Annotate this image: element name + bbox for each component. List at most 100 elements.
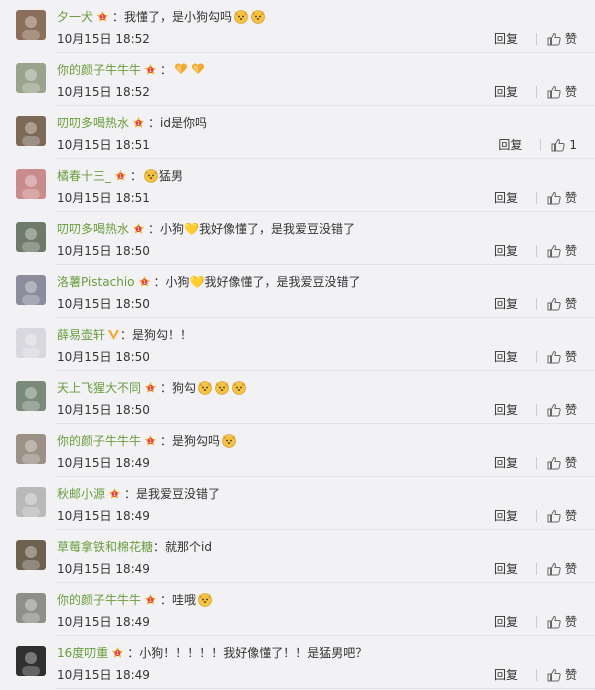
like-button[interactable]: 赞 (547, 614, 577, 630)
thumbs-up-icon (547, 562, 565, 576)
like-button[interactable]: 赞 (547, 84, 577, 100)
comment-item: 你的颜子牛牛牛 1 ：是狗勾吗 10月15日 18:49 回复 赞 (0, 424, 595, 477)
colon-separator: ： (160, 381, 173, 395)
like-button[interactable]: 赞 (547, 561, 577, 577)
like-button[interactable]: 赞 (547, 455, 577, 471)
like-label: 赞 (564, 32, 577, 46)
reply-button[interactable]: 回复 (494, 84, 518, 100)
avatar[interactable] (16, 63, 46, 93)
reply-button[interactable]: 回复 (494, 455, 518, 471)
like-label: 赞 (564, 244, 577, 258)
verified-v-icon (105, 328, 120, 342)
username-link[interactable]: 天上飞猩大不同 (57, 381, 141, 395)
comment-text: 小狗💛我好像懂了，是我爱豆没错了 (165, 275, 361, 289)
like-button[interactable]: 赞 (547, 296, 577, 312)
avatar[interactable] (16, 169, 46, 199)
username-link[interactable]: 洛薯Pistachio (57, 275, 135, 289)
comment-item: 16度叨重 1 ：小狗！！！！！我好像懂了！！是猛男吧？ 10月15日 18:49 回复… (0, 636, 595, 689)
like-label: 赞 (564, 615, 577, 629)
avatar[interactable] (16, 381, 46, 411)
comment-actions: 回复 赞 (494, 614, 577, 630)
avatar[interactable] (16, 434, 46, 464)
like-button[interactable]: 赞 (547, 402, 577, 418)
action-divider (535, 298, 537, 310)
fan-badge-icon: 1 (143, 63, 158, 77)
comment-line: 橘春十三_ 1 ： 猛男 (57, 167, 183, 185)
like-label: 赞 (564, 562, 577, 576)
reply-button[interactable]: 回复 (494, 349, 518, 365)
like-button[interactable]: 赞 (547, 243, 577, 259)
comment-text: 是狗勾吗 (172, 434, 221, 448)
action-divider (535, 33, 537, 45)
username-link[interactable]: 你的颜子牛牛牛 (57, 434, 141, 448)
like-button[interactable]: 1 (551, 137, 577, 153)
comment-line: 草莓拿铁和棉花糖：就那个id (57, 538, 212, 556)
reply-button[interactable]: 回复 (498, 137, 522, 153)
reply-button[interactable]: 回复 (494, 508, 518, 524)
comment-timestamp: 10月15日 18:50 (57, 350, 150, 364)
username-link[interactable]: 你的颜子牛牛牛 (57, 63, 141, 77)
comment-timestamp: 10月15日 18:49 (57, 456, 150, 470)
comment-text: 是狗勾！！ (132, 328, 193, 342)
username-link[interactable]: 你的颜子牛牛牛 (57, 593, 141, 607)
like-button[interactable]: 赞 (547, 349, 577, 365)
comment-item: 天上飞猩大不同 1 ：狗勾 10月15日 18:50 回复 赞 (0, 371, 595, 424)
action-divider (535, 510, 537, 522)
svg-text:1: 1 (101, 15, 104, 21)
like-button[interactable]: 赞 (547, 667, 577, 683)
reply-button[interactable]: 回复 (494, 296, 518, 312)
reply-button[interactable]: 回复 (494, 243, 518, 259)
like-button[interactable]: 赞 (547, 190, 577, 206)
comment-text: 小狗💛我好像懂了，是我爱豆没错了 (160, 222, 355, 236)
avatar[interactable] (16, 116, 46, 146)
avatar[interactable] (16, 540, 46, 570)
reply-button[interactable]: 回复 (494, 667, 518, 683)
comment-item: 夕一犬 1 ：我懂了，是小狗勾吗 10月15日 18:52 回复 赞 (0, 0, 595, 53)
reply-button[interactable]: 回复 (494, 402, 518, 418)
comment-actions: 回复 赞 (494, 296, 577, 312)
svg-text:1: 1 (119, 174, 122, 180)
avatar[interactable] (16, 10, 46, 40)
comment-line: 你的颜子牛牛牛 1 ： (57, 61, 206, 79)
reply-button[interactable]: 回复 (494, 190, 518, 206)
avatar[interactable] (16, 646, 46, 676)
svg-text:1: 1 (149, 386, 152, 392)
comment-item: 你的颜子牛牛牛 1 ：哇哦 10月15日 18:49 回复 赞 (0, 583, 595, 636)
thumbs-up-icon (547, 615, 565, 629)
svg-text:1: 1 (149, 68, 152, 74)
avatar[interactable] (16, 222, 46, 252)
comment-item: 薛易壶轩 ：是狗勾！！ 10月15日 18:50 回复 赞 (0, 318, 595, 371)
comment-actions: 回复 赞 (494, 402, 577, 418)
action-divider (535, 616, 537, 628)
svg-text:1: 1 (142, 280, 145, 286)
avatar[interactable] (16, 328, 46, 358)
action-divider (535, 351, 537, 363)
comment-item: 叨叨多喝热水 1 ：id是你吗 10月15日 18:51 回复 1 (0, 106, 595, 159)
fan-badge-icon: 1 (143, 381, 158, 395)
username-link[interactable]: 叨叨多喝热水 (57, 222, 129, 236)
reply-button[interactable]: 回复 (494, 561, 518, 577)
username-link[interactable]: 16度叨重 (57, 646, 108, 660)
avatar[interactable] (16, 593, 46, 623)
username-link[interactable]: 叨叨多喝热水 (57, 116, 129, 130)
comment-text: 就那个id (165, 540, 212, 554)
like-button[interactable]: 赞 (547, 31, 577, 47)
avatar[interactable] (16, 487, 46, 517)
like-button[interactable]: 赞 (547, 508, 577, 524)
username-link[interactable]: 草莓拿铁和棉花糖 (57, 540, 153, 554)
username-link[interactable]: 橘春十三_ (57, 169, 111, 183)
colon-separator: ： (130, 169, 143, 183)
thumbs-up-icon (547, 244, 565, 258)
comment-timestamp: 10月15日 18:50 (57, 403, 150, 417)
comment-timestamp: 10月15日 18:49 (57, 668, 150, 682)
comment-item: 草莓拿铁和棉花糖：就那个id 10月15日 18:49 回复 赞 (0, 530, 595, 583)
reply-button[interactable]: 回复 (494, 31, 518, 47)
username-link[interactable]: 夕一犬 (57, 10, 93, 24)
avatar[interactable] (16, 275, 46, 305)
comment-actions: 回复 赞 (494, 31, 577, 47)
reply-button[interactable]: 回复 (494, 614, 518, 630)
username-link[interactable]: 薛易壶轩 (57, 328, 105, 342)
username-link[interactable]: 秋邮小源 (57, 487, 105, 501)
fan-badge-icon: 1 (131, 222, 146, 236)
comment-item: 橘春十三_ 1 ： 猛男 10月15日 18:51 回复 赞 (0, 159, 595, 212)
